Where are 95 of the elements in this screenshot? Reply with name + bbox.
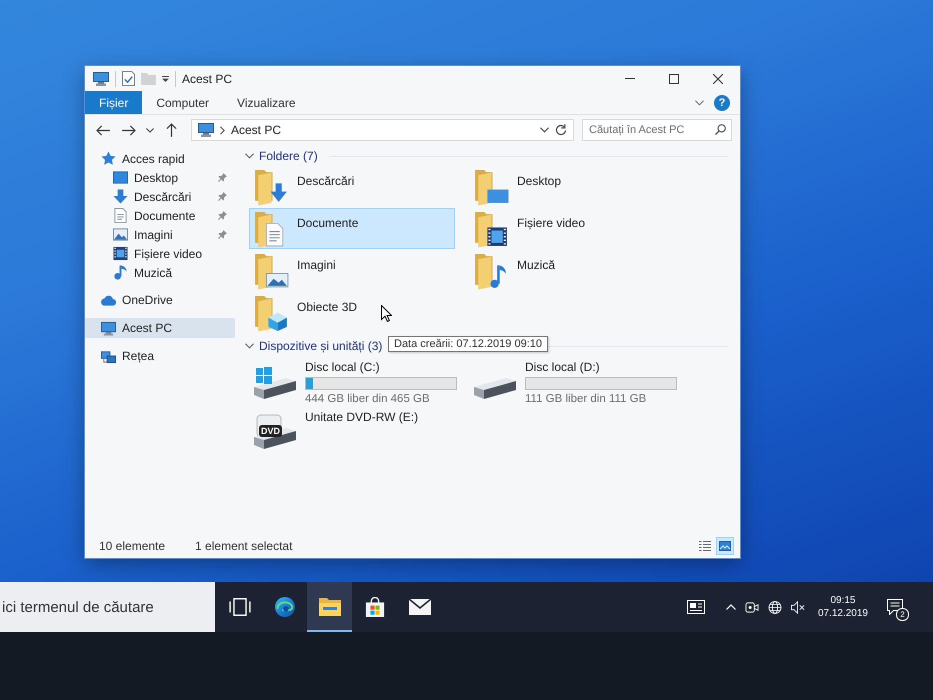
star-icon — [101, 151, 116, 166]
drive-tile[interactable]: Disc local (C:) 444 GB liber din 465 GB — [249, 355, 455, 405]
group-header[interactable]: Foldere (7) — [259, 149, 318, 163]
address-bar[interactable]: Acest PC — [191, 119, 574, 141]
chevron-down-icon[interactable] — [245, 343, 254, 349]
folder-tile[interactable]: Obiecte 3D — [249, 292, 455, 333]
computer-icon — [198, 123, 214, 137]
refresh-icon[interactable] — [555, 124, 567, 136]
computer-icon[interactable] — [93, 72, 109, 86]
up-arrow-icon — [166, 123, 176, 137]
chevron-up-icon[interactable] — [726, 604, 736, 610]
film-folder-icon — [474, 210, 509, 248]
free-space-text: 444 GB liber din 465 GB — [305, 393, 431, 405]
sidebar-item[interactable]: Acces rapid — [85, 149, 235, 168]
shopping-bag-icon — [364, 597, 386, 617]
properties-icon[interactable] — [122, 71, 135, 86]
cloud-icon — [101, 292, 116, 308]
sidebar-item[interactable]: Fișiere video — [85, 244, 235, 263]
news-icon[interactable] — [686, 600, 705, 614]
windows-drive-icon — [253, 366, 297, 400]
window-title: Acest PC — [182, 72, 232, 86]
folder-tile[interactable]: Desktop — [469, 166, 675, 207]
sidebar-item[interactable]: Imagini — [85, 225, 235, 244]
free-space-text: 111 GB liber din 111 GB — [525, 393, 648, 405]
drive-tile[interactable]: DVD Unitate DVD-RW (E:) — [249, 405, 455, 451]
drive-label: DVD — [259, 425, 282, 437]
music-folder-icon — [474, 252, 509, 290]
download-arrow-icon — [113, 189, 128, 204]
desktop-icon — [113, 170, 128, 185]
desktop-folder-icon — [474, 168, 509, 206]
ribbon-tab[interactable]: Computer — [142, 91, 224, 114]
right-arrow-icon — [122, 124, 136, 136]
cube-folder-icon — [254, 294, 289, 332]
view-button[interactable] — [716, 537, 734, 555]
document-icon — [113, 208, 128, 223]
folder-icon — [318, 597, 340, 617]
picture-icon — [113, 227, 128, 242]
globe-icon[interactable] — [768, 600, 782, 614]
group-header[interactable]: Dispozitive și unități (3) — [259, 339, 382, 353]
network-icon — [101, 348, 116, 364]
picture-folder-icon — [254, 252, 289, 290]
sidebar-item[interactable]: Muzică — [85, 263, 235, 282]
drive-tile[interactable]: Disc local (D:) 111 GB liber din 111 GB — [469, 355, 675, 405]
sidebar-item[interactable]: Descărcări — [85, 187, 235, 206]
sidebar-item[interactable]: Acest PC — [85, 318, 235, 338]
film-icon — [113, 246, 128, 261]
clock-date[interactable]: 07.12.2019 — [818, 607, 868, 620]
chevron-down-icon — [146, 128, 154, 132]
muted-speaker-icon[interactable] — [790, 600, 805, 614]
minimize-icon — [625, 78, 635, 79]
maximize-icon — [669, 74, 679, 84]
computer-icon — [101, 320, 116, 336]
search-icon[interactable] — [715, 124, 726, 135]
chevron-right-icon[interactable] — [220, 126, 225, 134]
music-note-icon — [113, 265, 128, 280]
drive-name: Disc local (C:) — [305, 360, 381, 374]
browser-icon — [274, 597, 296, 617]
file-menu-button[interactable]: Fișier — [85, 91, 142, 114]
message-icon[interactable] — [887, 599, 903, 615]
details-view-icon — [699, 540, 711, 552]
tooltip: Data creării: 07.12.2019 09:10 — [388, 336, 548, 352]
taskbar-button[interactable] — [307, 582, 352, 632]
drive-name: Unitate DVD-RW (E:) — [305, 410, 418, 424]
breadcrumb-item[interactable]: Acest PC — [231, 123, 282, 137]
sidebar-item[interactable]: Desktop — [85, 168, 235, 187]
task-view-icon — [228, 597, 250, 617]
download-folder-icon — [254, 168, 289, 206]
item-count: 10 elemente — [99, 539, 166, 553]
ribbon-tab[interactable]: Vizualizare — [223, 91, 310, 114]
drive-name: Disc local (D:) — [525, 360, 601, 374]
envelope-icon — [408, 597, 430, 617]
caret-icon[interactable] — [162, 76, 169, 82]
mouse-pointer-icon — [381, 305, 392, 322]
folder-tile[interactable]: Imagini — [249, 250, 455, 291]
folder-tile[interactable]: Fișiere video — [469, 208, 675, 249]
notification-badge: 2 — [896, 608, 909, 621]
left-arrow-icon — [96, 124, 110, 136]
camera-icon[interactable] — [744, 600, 759, 614]
search-field[interactable]: ici termenul de căutare — [0, 582, 215, 632]
sidebar-item[interactable]: Rețea — [85, 346, 235, 366]
folder-tile[interactable]: Descărcări — [249, 166, 455, 207]
selection-count: 1 element selectat — [195, 539, 292, 553]
chevron-down-icon[interactable] — [540, 127, 549, 133]
help-button[interactable]: ? — [714, 94, 730, 110]
clock-time[interactable]: 09:15 — [830, 594, 856, 607]
chevron-down-icon[interactable] — [245, 153, 254, 159]
folder-tile[interactable]: Documente — [249, 208, 455, 249]
folder-tile[interactable]: Muzică — [469, 250, 675, 291]
chevron-down-icon[interactable] — [695, 100, 704, 106]
sidebar-item[interactable]: OneDrive — [85, 290, 235, 310]
drive-icon — [473, 377, 517, 400]
sidebar-item[interactable]: Documente — [85, 206, 235, 225]
tiles-view-icon — [719, 540, 731, 552]
close-icon — [713, 74, 723, 84]
search-field[interactable]: Căutați în Acest PC — [582, 119, 732, 141]
